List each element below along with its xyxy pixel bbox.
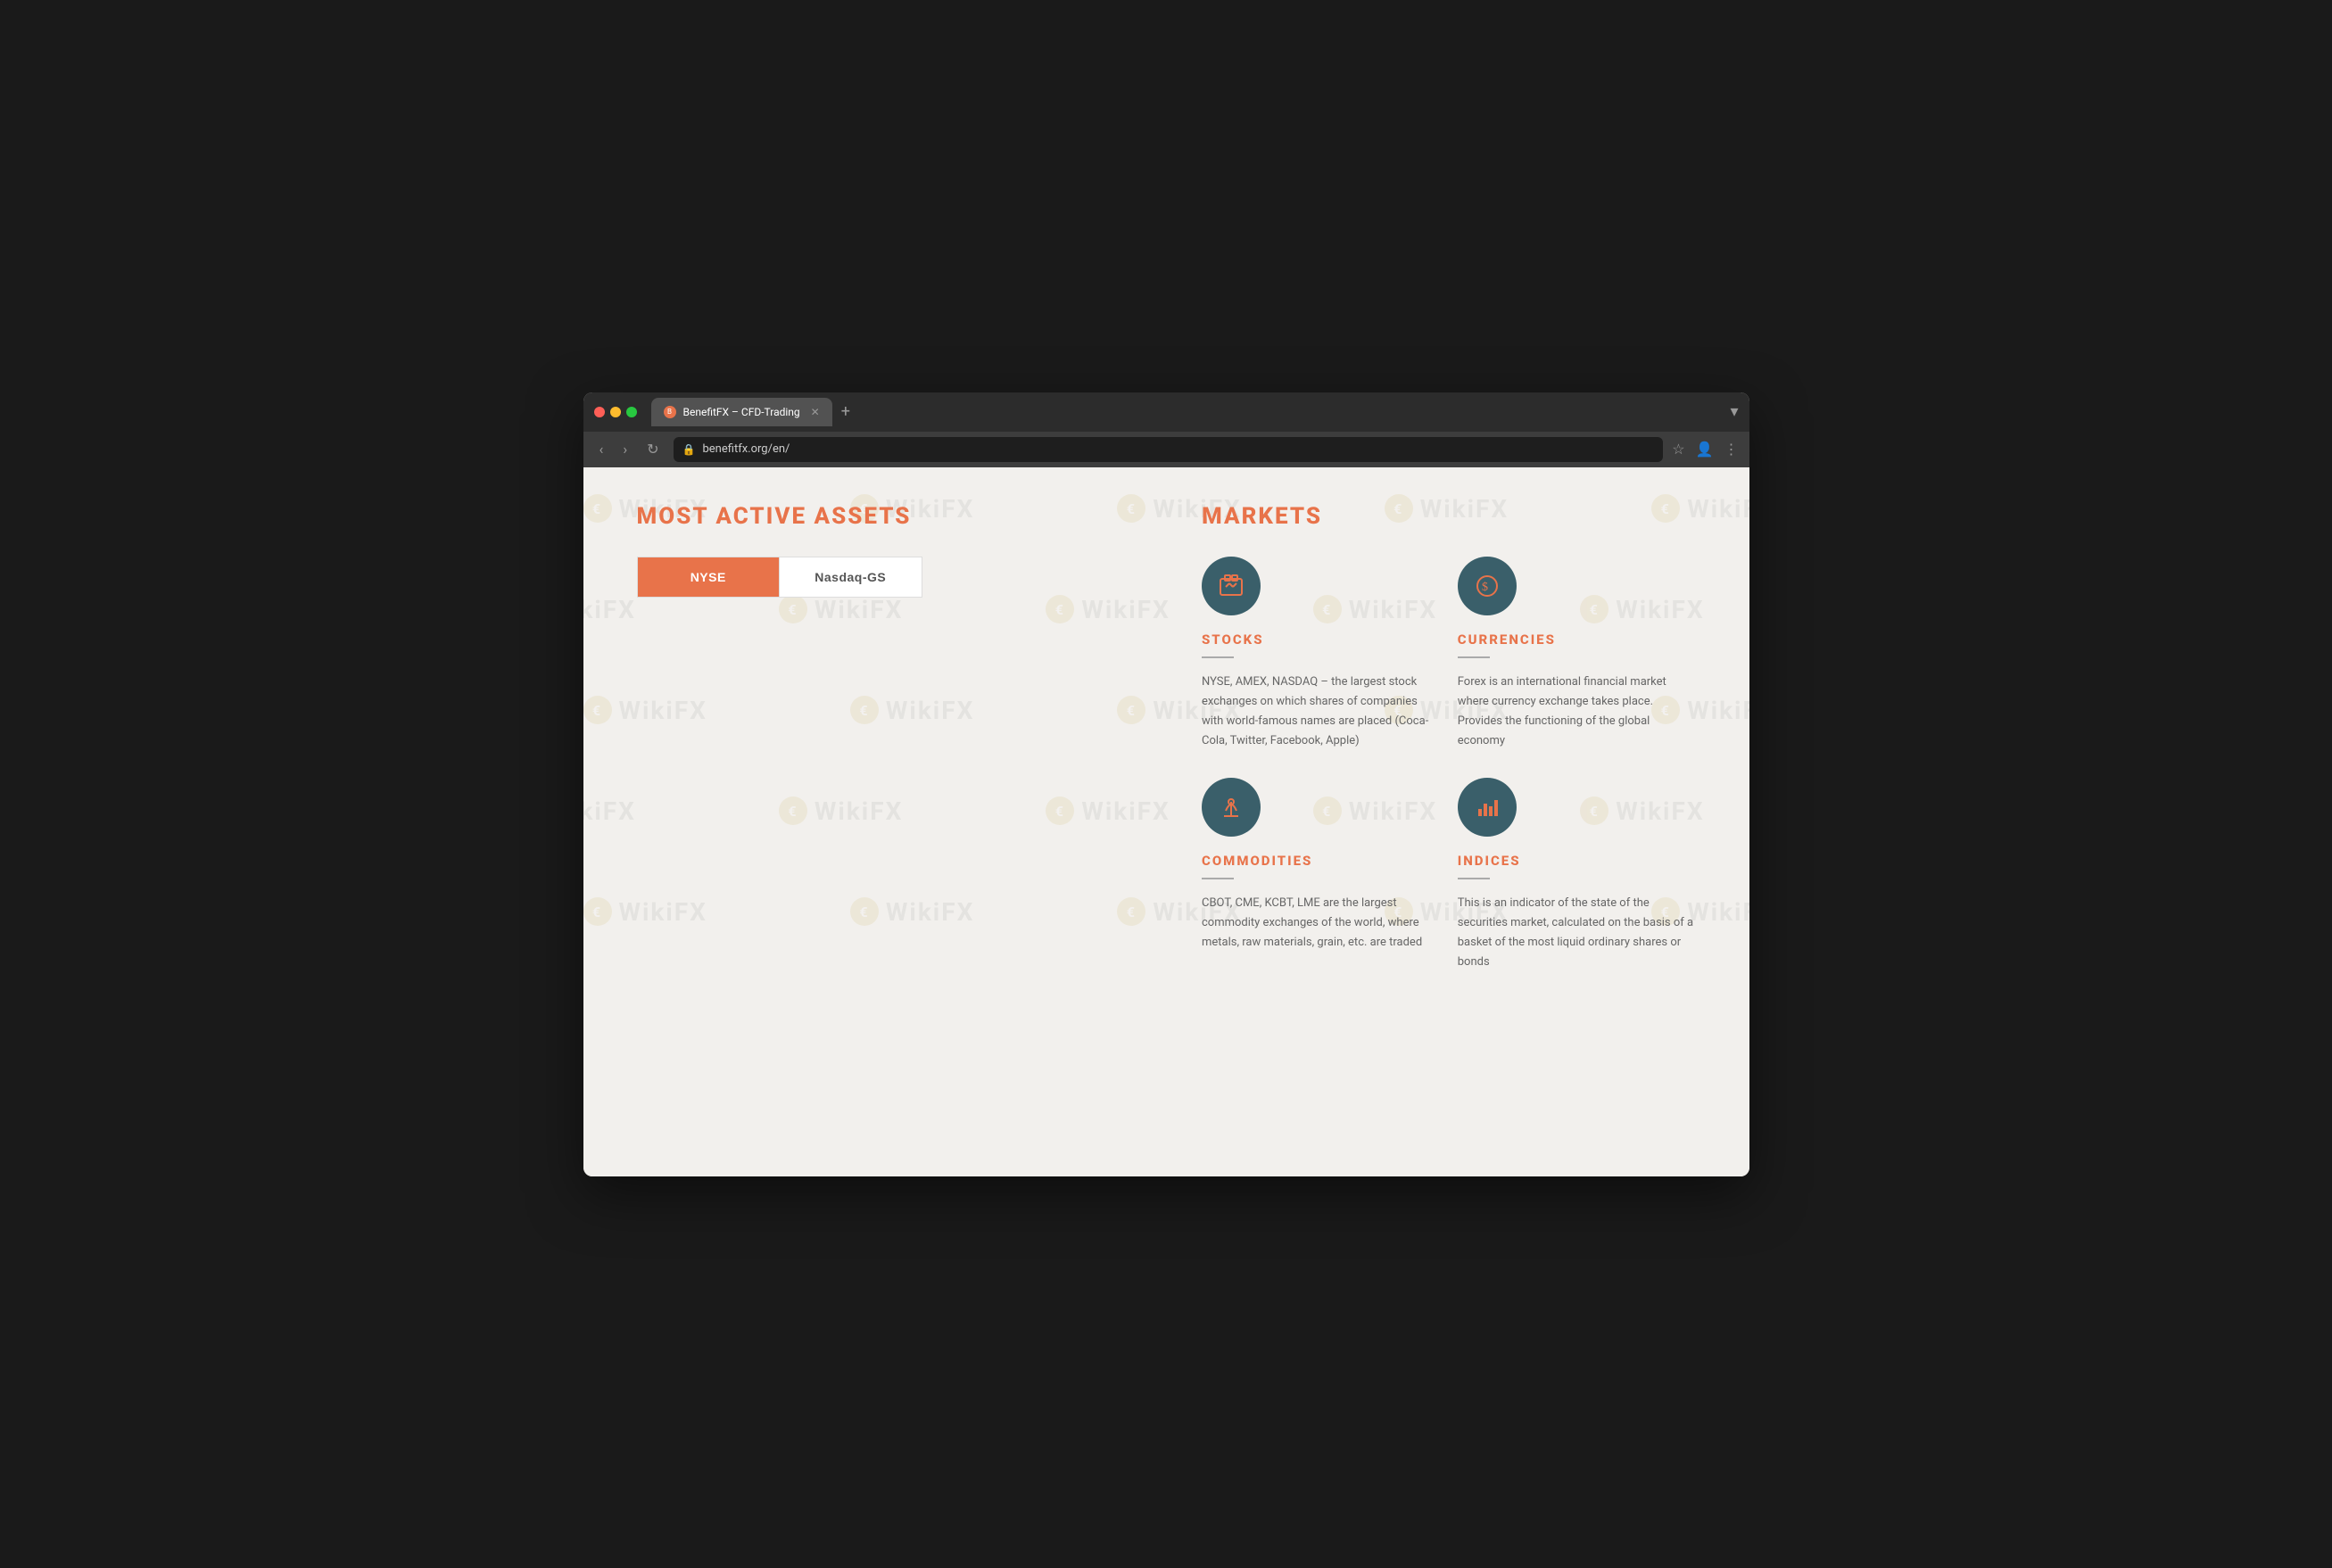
- close-button[interactable]: [594, 407, 605, 417]
- stocks-icon-circle: [1202, 557, 1261, 615]
- indices-icon-circle: [1458, 778, 1517, 837]
- browser-toolbar: ‹ › ↻ 🔒 benefitfx.org/en/ ☆ 👤 ⋮: [583, 432, 1749, 467]
- stocks-description: NYSE, AMEX, NASDAQ – the largest stock e…: [1202, 673, 1440, 751]
- stocks-divider: [1202, 656, 1234, 658]
- page-grid: MOST ACTIVE ASSETS NYSE Nasdaq-GS MARKET…: [583, 467, 1749, 1176]
- market-card-stocks: STOCKS NYSE, AMEX, NASDAQ – the largest …: [1202, 557, 1440, 751]
- menu-icon[interactable]: ⋮: [1724, 441, 1739, 458]
- minimize-button[interactable]: [610, 407, 621, 417]
- markets-grid: STOCKS NYSE, AMEX, NASDAQ – the largest …: [1202, 557, 1696, 973]
- currencies-icon-circle: $: [1458, 557, 1517, 615]
- market-card-commodities: COMMODITIES CBOT, CME, KCBT, LME are the…: [1202, 778, 1440, 972]
- markets-section: MARKETS: [1166, 503, 1696, 1141]
- forward-button[interactable]: ›: [617, 437, 633, 461]
- browser-tab-active[interactable]: B BenefitFX – CFD-Trading ✕: [651, 398, 832, 426]
- stocks-name: STOCKS: [1202, 631, 1440, 648]
- market-card-indices: INDICES This is an indicator of the stat…: [1458, 778, 1696, 972]
- indices-divider: [1458, 878, 1490, 879]
- currencies-divider: [1458, 656, 1490, 658]
- commodities-icon-circle: [1202, 778, 1261, 837]
- dropdown-button[interactable]: ▾: [1730, 402, 1738, 421]
- commodities-divider: [1202, 878, 1234, 879]
- nyse-tab[interactable]: NYSE: [638, 557, 780, 597]
- tab-title: BenefitFX – CFD-Trading: [683, 406, 800, 418]
- url-text: benefitfx.org/en/: [702, 442, 790, 456]
- toolbar-actions: ☆ 👤 ⋮: [1672, 441, 1738, 458]
- profile-icon[interactable]: 👤: [1696, 441, 1714, 458]
- tab-bar: B BenefitFX – CFD-Trading ✕ +: [651, 398, 1724, 426]
- traffic-lights: [594, 407, 637, 417]
- page-content: €WikiFX €WikiFX €WikiFX €WikiFX €WikiFX …: [583, 467, 1749, 1176]
- tab-favicon: B: [664, 406, 676, 418]
- browser-titlebar: B BenefitFX – CFD-Trading ✕ + ▾: [583, 392, 1749, 432]
- most-active-title: MOST ACTIVE ASSETS: [637, 503, 1131, 530]
- new-tab-button[interactable]: +: [836, 402, 856, 421]
- back-button[interactable]: ‹: [594, 437, 609, 461]
- markets-title: MARKETS: [1202, 503, 1696, 530]
- stocks-icon: [1217, 572, 1245, 600]
- currencies-icon: $: [1473, 572, 1501, 600]
- reload-button[interactable]: ↻: [641, 437, 664, 461]
- browser-window: B BenefitFX – CFD-Trading ✕ + ▾ ‹ › ↻ 🔒 …: [583, 392, 1749, 1176]
- address-bar[interactable]: 🔒 benefitfx.org/en/: [674, 437, 1664, 462]
- indices-description: This is an indicator of the state of the…: [1458, 894, 1696, 972]
- tab-close-button[interactable]: ✕: [811, 406, 820, 418]
- commodities-description: CBOT, CME, KCBT, LME are the largest com…: [1202, 894, 1440, 953]
- indices-icon: [1473, 793, 1501, 821]
- exchange-tab-switcher: NYSE Nasdaq-GS: [637, 557, 922, 598]
- indices-name: INDICES: [1458, 853, 1696, 869]
- commodities-icon: [1217, 793, 1245, 821]
- most-active-section: MOST ACTIVE ASSETS NYSE Nasdaq-GS: [637, 503, 1167, 1141]
- bookmark-icon[interactable]: ☆: [1672, 441, 1684, 458]
- maximize-button[interactable]: [626, 407, 637, 417]
- currencies-name: CURRENCIES: [1458, 631, 1696, 648]
- secure-icon: 🔒: [682, 443, 696, 456]
- market-card-currencies: $ CURRENCIES Forex is an international f…: [1458, 557, 1696, 751]
- currencies-description: Forex is an international financial mark…: [1458, 673, 1696, 751]
- svg-text:$: $: [1482, 581, 1488, 594]
- commodities-name: COMMODITIES: [1202, 853, 1440, 869]
- nasdaq-tab[interactable]: Nasdaq-GS: [779, 557, 922, 597]
